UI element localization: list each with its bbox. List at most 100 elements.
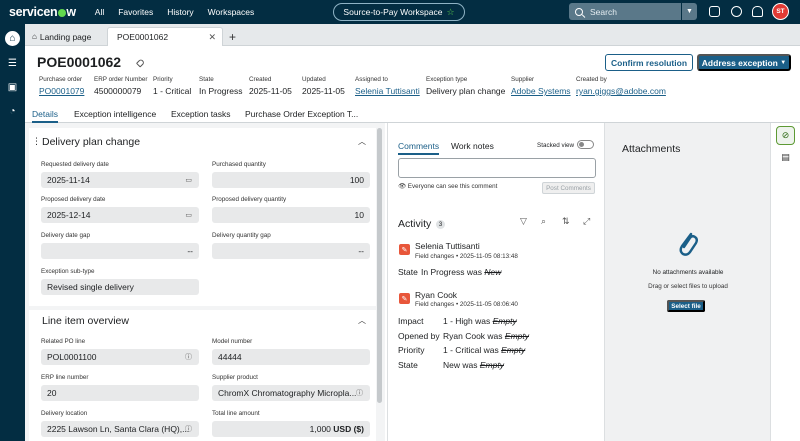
home-icon: ⌂ (32, 32, 37, 41)
field-label: Requested delivery date (41, 161, 109, 168)
requested-date-field: Requested delivery date 2025-11-14 ▭ (41, 161, 199, 188)
add-tab-icon[interactable]: + (229, 27, 241, 46)
global-search[interactable]: ▼ (569, 3, 697, 20)
product-input[interactable]: ChromX Chromatography Micropla... ⓘ (212, 385, 370, 401)
attachments-title: Attachments (622, 143, 681, 155)
info-icon[interactable]: ⓘ (356, 388, 363, 398)
date-gap-field: Delivery date gap -- (41, 232, 199, 259)
field-label: Related PO line (41, 338, 86, 345)
more-icon[interactable]: ⋮ (32, 136, 41, 147)
filter-icon[interactable]: ▽ (520, 216, 527, 227)
dashboard-icon[interactable]: ◔ (5, 104, 20, 119)
nav-favorites[interactable]: Favorites (118, 7, 153, 17)
po-line-field: Related PO line POL0001100 ⓘ (41, 338, 199, 365)
servicenow-logo[interactable]: servicen w (9, 5, 76, 19)
post-comments-button[interactable]: Post Comments (542, 182, 595, 194)
workspace-tabs: ⌂ Landing page POE0001062 ✕ + (25, 24, 800, 46)
subtype-field: Exception sub-type Revised single delive… (41, 268, 199, 295)
field-label: Delivery location (41, 410, 88, 417)
tag-icon[interactable] (135, 58, 146, 68)
calendar-icon[interactable]: ▭ (185, 176, 192, 184)
list-icon[interactable]: ☰ (5, 56, 20, 71)
avatar[interactable]: ST (772, 3, 789, 20)
nav-links: All Favorites History Workspaces (95, 7, 254, 17)
subtab-details[interactable]: Details (32, 109, 58, 123)
bell-icon[interactable] (752, 6, 763, 17)
purchased-qty-input[interactable]: 100 (212, 172, 370, 188)
tab-work-notes[interactable]: Work notes (451, 141, 494, 155)
close-icon[interactable]: ✕ (208, 32, 216, 43)
proposed-qty-input[interactable]: 10 (212, 207, 370, 223)
entry-author: Selenia Tuttisanti (415, 241, 480, 251)
drag-files-text: Drag or select files to upload (648, 283, 728, 290)
home-icon[interactable]: ⌂ (5, 31, 20, 46)
visibility-text: Everyone can see this comment (407, 183, 498, 190)
field-label: Proposed delivery quantity (212, 196, 287, 203)
sort-icon[interactable]: ⇅ (562, 216, 570, 227)
subtab-po-exception[interactable]: Purchase Order Exception T... (245, 109, 358, 123)
field-value: 20 (47, 388, 57, 398)
workspace-pill[interactable]: Source-to-Pay Workspace ☆ (333, 3, 465, 21)
workspace-name: Source-to-Pay Workspace (343, 7, 443, 17)
chevron-down-icon: ▼ (780, 59, 787, 66)
hdr-state: State In Progress (199, 76, 242, 96)
proposed-date-input[interactable]: 2025-12-14 ▭ (41, 207, 199, 223)
field-label: Proposed delivery date (41, 196, 106, 203)
hdr-label: Exception type (426, 76, 468, 83)
hdr-value: 1 - Critical (153, 86, 192, 96)
subtype-input[interactable]: Revised single delivery (41, 279, 199, 295)
address-exception-button[interactable]: Address exception ▼ (697, 54, 791, 71)
star-icon[interactable]: ☆ (446, 7, 454, 18)
hdr-created: Created 2025-11-05 (249, 76, 292, 96)
erp-line-input[interactable]: 20 (41, 385, 199, 401)
requested-date-input[interactable]: 2025-11-14 ▭ (41, 172, 199, 188)
purchase-order-link[interactable]: PO0001079 (39, 86, 84, 96)
expand-icon[interactable]: ⤢ (583, 216, 590, 227)
entry-author: Ryan Cook (415, 290, 458, 300)
change-value: In Progress was New (421, 267, 501, 277)
tab-comments[interactable]: Comments (398, 141, 440, 155)
hdr-value: 4500000079 (94, 86, 142, 96)
field-value: 44444 (218, 352, 242, 362)
chat-icon[interactable] (709, 6, 720, 17)
details-panel: ⋮ Delivery plan change ︿ Requested deliv… (25, 123, 385, 441)
scrollbar[interactable] (377, 128, 382, 403)
search-input[interactable] (590, 6, 680, 17)
location-input[interactable]: 2225 Lawson Ln, Santa Clara (HQ),... ⓘ (41, 421, 199, 437)
edit-icon: ✎ (399, 293, 410, 304)
created-by-link[interactable]: ryan.giggs@adobe.com (576, 86, 666, 96)
hdr-label: State (199, 76, 214, 83)
nav-all[interactable]: All (95, 7, 104, 17)
attachment-icon[interactable]: ⊘ (776, 126, 795, 145)
model-input[interactable]: 44444 (212, 349, 370, 365)
change-old: Empty (492, 316, 517, 326)
chevron-up-icon[interactable]: ︿ (358, 136, 366, 147)
confirm-resolution-button[interactable]: Confirm resolution (605, 54, 693, 71)
tab-landing-page[interactable]: ⌂ Landing page (27, 27, 105, 46)
info-icon[interactable]: ⓘ (185, 352, 192, 362)
subtab-exception-intelligence[interactable]: Exception intelligence (74, 109, 156, 123)
visibility-note: 👁 Everyone can see this comment (398, 182, 497, 190)
assigned-to-link[interactable]: Selenia Tuttisanti (355, 86, 420, 96)
search-icon[interactable]: ⌕ (541, 216, 546, 227)
change-old: New (484, 267, 502, 277)
nav-history[interactable]: History (167, 7, 193, 17)
chevron-down-icon[interactable]: ▼ (681, 3, 697, 20)
help-icon[interactable] (731, 6, 742, 17)
document-icon[interactable]: ▤ (776, 148, 795, 167)
hdr-label: ERP order Number (94, 76, 148, 83)
hdr-label: Purchase order (39, 76, 83, 83)
po-line-input[interactable]: POL0001100 ⓘ (41, 349, 199, 365)
info-icon[interactable]: ⓘ (185, 424, 192, 434)
chevron-up-icon[interactable]: ︿ (358, 315, 366, 326)
comment-input[interactable] (398, 158, 596, 178)
total-input[interactable]: 1,000 USD ($) (212, 421, 370, 437)
subtab-exception-tasks[interactable]: Exception tasks (171, 109, 231, 123)
tab-record[interactable]: POE0001062 ✕ (107, 27, 223, 46)
stacked-view-toggle[interactable] (577, 140, 594, 149)
supplier-link[interactable]: Adobe Systems (511, 86, 571, 96)
inbox-icon[interactable]: ▣ (5, 80, 20, 95)
select-file-button[interactable]: Select file (667, 300, 705, 312)
nav-workspaces[interactable]: Workspaces (208, 7, 255, 17)
calendar-icon[interactable]: ▭ (185, 211, 192, 219)
